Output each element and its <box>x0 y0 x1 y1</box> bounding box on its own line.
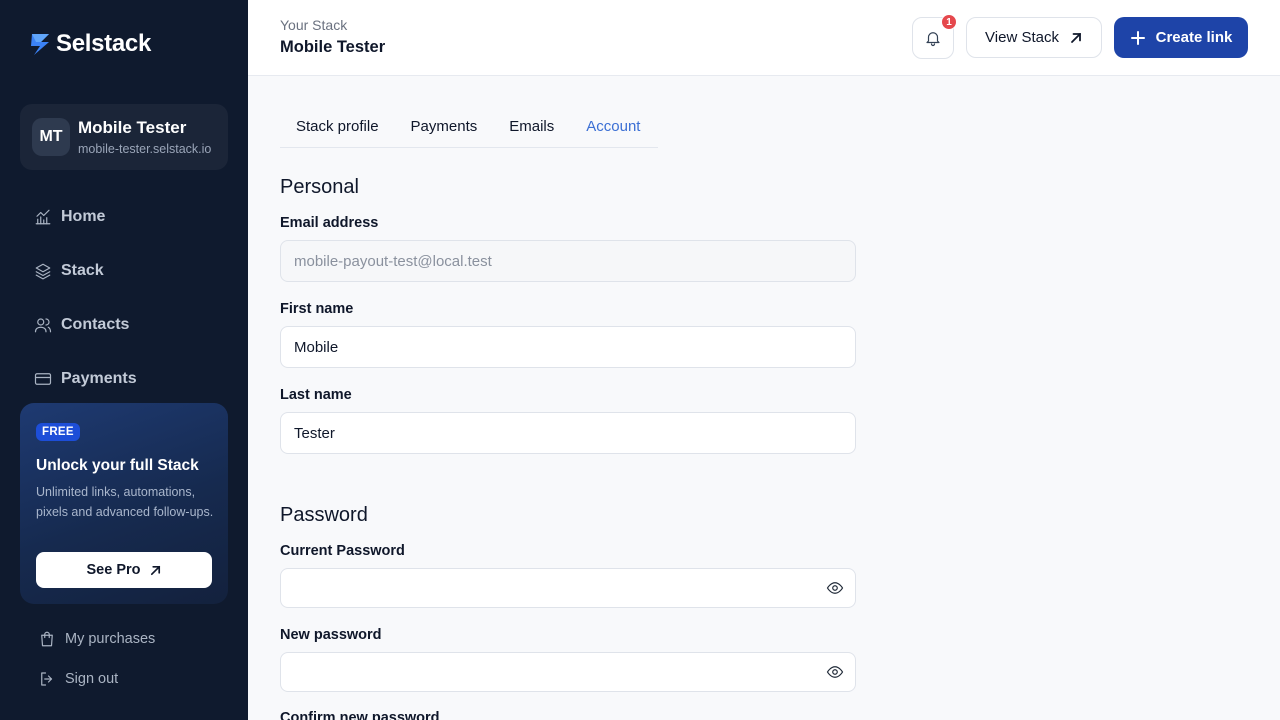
header-eyebrow: Your Stack <box>280 17 348 33</box>
current-password-field-container <box>280 568 856 608</box>
email-field-container <box>280 240 856 282</box>
top-header: Your Stack Mobile Tester 1 View Stack Cr… <box>248 0 1280 76</box>
sidebar-item-label: Payments <box>61 370 137 387</box>
notifications-button[interactable]: 1 <box>912 14 957 59</box>
first-name-field-container <box>280 326 856 368</box>
brand-logo[interactable]: Selstack <box>28 30 151 58</box>
email-label: Email address <box>280 215 379 231</box>
bell-icon <box>926 32 940 47</box>
create-link-label: Create link <box>1155 29 1233 46</box>
sidebar-item-label: Home <box>61 208 106 225</box>
brand-name: Selstack <box>56 30 152 57</box>
sidebar-item-payments[interactable]: Payments <box>34 366 137 392</box>
plus-icon <box>1130 30 1145 45</box>
see-pro-button[interactable]: See Pro <box>36 552 212 588</box>
my-purchases-label: My purchases <box>65 631 156 647</box>
promo-description: Unlimited links, automations, pixels and… <box>36 485 214 519</box>
eye-icon <box>826 582 844 594</box>
notification-count-badge: 1 <box>941 14 957 30</box>
arrow-up-right-icon <box>150 565 160 575</box>
current-password-field[interactable] <box>281 569 855 607</box>
sidebar-item-label: Contacts <box>61 316 130 333</box>
last-name-field-container <box>280 412 856 454</box>
sidebar-item-home[interactable]: Home <box>34 204 105 230</box>
tab-stack-profile[interactable]: Stack profile <box>280 108 395 147</box>
avatar: MT <box>32 118 70 156</box>
my-purchases-link[interactable]: My purchases <box>38 628 155 650</box>
password-section-title: Password <box>280 504 368 526</box>
selstack-logo-icon <box>31 34 49 55</box>
show-new-password-toggle[interactable] <box>826 663 844 681</box>
layers-icon <box>35 263 51 280</box>
sidebar: Selstack MT Mobile Tester mobile-tester.… <box>0 0 248 720</box>
new-password-field[interactable] <box>281 653 855 691</box>
promo-title: Unlock your full Stack <box>36 457 199 474</box>
show-password-toggle[interactable] <box>826 579 844 597</box>
chart-icon <box>35 209 51 225</box>
tab-emails[interactable]: Emails <box>493 108 570 147</box>
view-stack-label: View Stack <box>985 29 1059 46</box>
sign-out-link[interactable]: Sign out <box>38 668 118 690</box>
email-field[interactable] <box>281 241 855 281</box>
see-pro-label: See Pro <box>86 562 141 578</box>
sidebar-item-stack[interactable]: Stack <box>34 258 104 284</box>
settings-tabs: Stack profile Payments Emails Account <box>280 108 658 148</box>
sidebar-item-contacts[interactable]: Contacts <box>34 312 129 338</box>
new-password-label: New password <box>280 627 382 643</box>
confirm-password-label: Confirm new password <box>280 710 440 720</box>
page-title: Mobile Tester <box>280 38 386 56</box>
last-name-label: Last name <box>280 387 352 403</box>
view-stack-button[interactable]: View Stack <box>966 17 1102 58</box>
sign-out-icon <box>41 672 53 686</box>
card-icon <box>34 373 52 385</box>
profile-name: Mobile Tester <box>78 118 187 137</box>
sidebar-item-label: Stack <box>61 262 104 279</box>
create-link-button[interactable]: Create link <box>1114 17 1248 58</box>
first-name-label: First name <box>280 301 354 317</box>
shopping-bag-icon <box>41 631 53 647</box>
new-password-field-container <box>280 652 856 692</box>
personal-section-title: Personal <box>280 176 359 198</box>
tab-account[interactable]: Account <box>570 108 656 147</box>
first-name-field[interactable] <box>281 327 855 367</box>
last-name-field[interactable] <box>281 413 855 453</box>
tab-payments[interactable]: Payments <box>395 108 494 147</box>
profile-card[interactable]: MT Mobile Tester mobile-tester.selstack.… <box>20 104 228 170</box>
arrow-up-right-icon <box>1071 32 1081 43</box>
users-icon <box>34 318 52 333</box>
eye-icon <box>826 666 844 678</box>
current-password-label: Current Password <box>280 543 405 559</box>
plan-badge: FREE <box>36 423 80 441</box>
profile-url: mobile-tester.selstack.io <box>78 142 212 156</box>
sign-out-label: Sign out <box>65 671 119 687</box>
upgrade-promo-card: FREE Unlock your full Stack Unlimited li… <box>20 403 228 604</box>
